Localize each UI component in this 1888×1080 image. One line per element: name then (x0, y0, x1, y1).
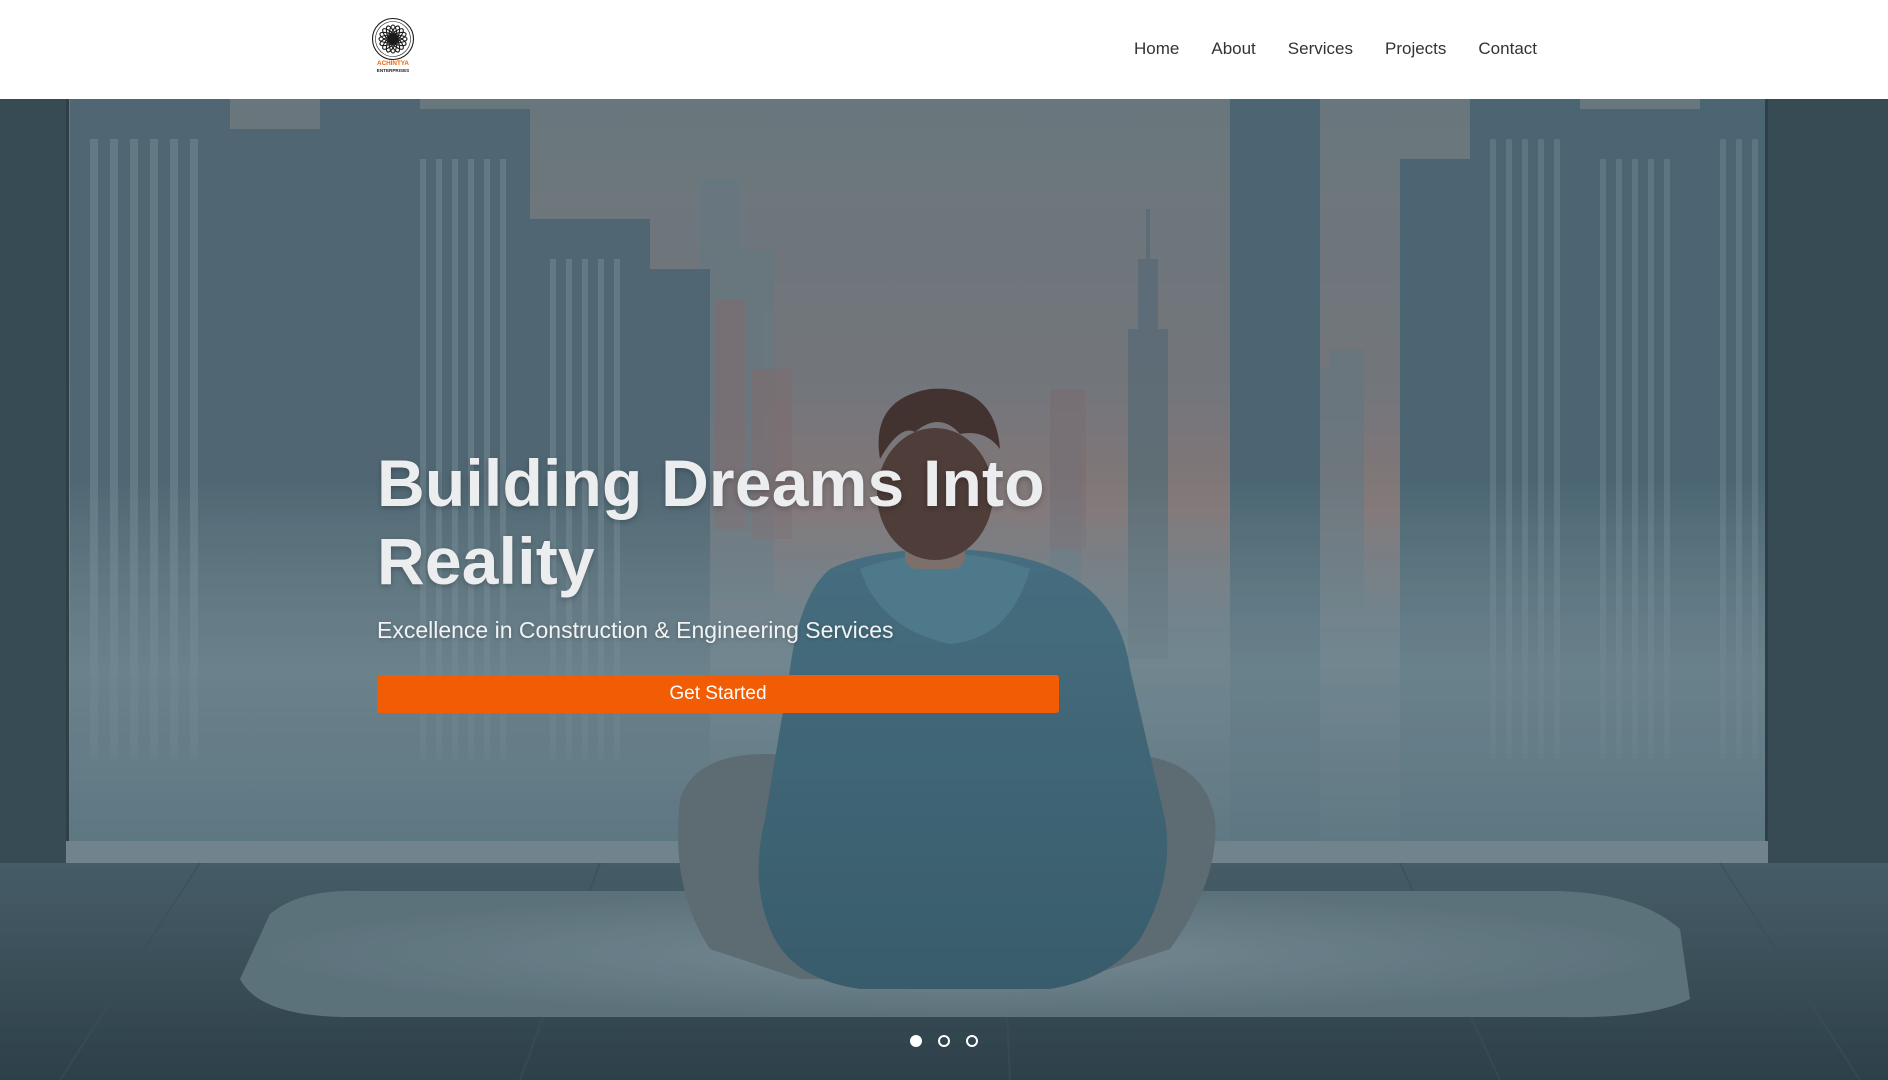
slide-dot-3[interactable] (966, 1035, 978, 1047)
hero-title: Building Dreams Into Reality (377, 446, 1045, 598)
slider-dots (0, 1035, 1888, 1047)
nav-contact-link[interactable]: Contact (1478, 38, 1537, 60)
hero-subtitle: Excellence in Construction & Engineering… (377, 617, 894, 643)
hero-section: Building Dreams Into Reality Excellence … (0, 99, 1888, 1080)
site-header: ACHINTYA ENTERPRISES Home About Services… (0, 0, 1888, 99)
nav-about-link[interactable]: About (1211, 38, 1255, 60)
nav-projects-link[interactable]: Projects (1385, 38, 1446, 60)
nav-home-link[interactable]: Home (1134, 38, 1179, 60)
slide-dot-2[interactable] (938, 1035, 950, 1047)
slide-dot-1[interactable] (910, 1035, 922, 1047)
brand-name: ACHINTYA (377, 60, 409, 67)
get-started-button[interactable]: Get Started (377, 675, 1059, 713)
hero-content: Building Dreams Into Reality Excellence … (377, 444, 1277, 713)
main-nav: Home About Services Projects Contact (1134, 38, 1537, 60)
brand-logo[interactable]: ACHINTYA ENTERPRISES (370, 16, 416, 76)
nav-services-link[interactable]: Services (1288, 38, 1353, 60)
brand-tagline: ENTERPRISES (377, 68, 409, 73)
mandala-logo-icon: ACHINTYA ENTERPRISES (371, 17, 415, 73)
